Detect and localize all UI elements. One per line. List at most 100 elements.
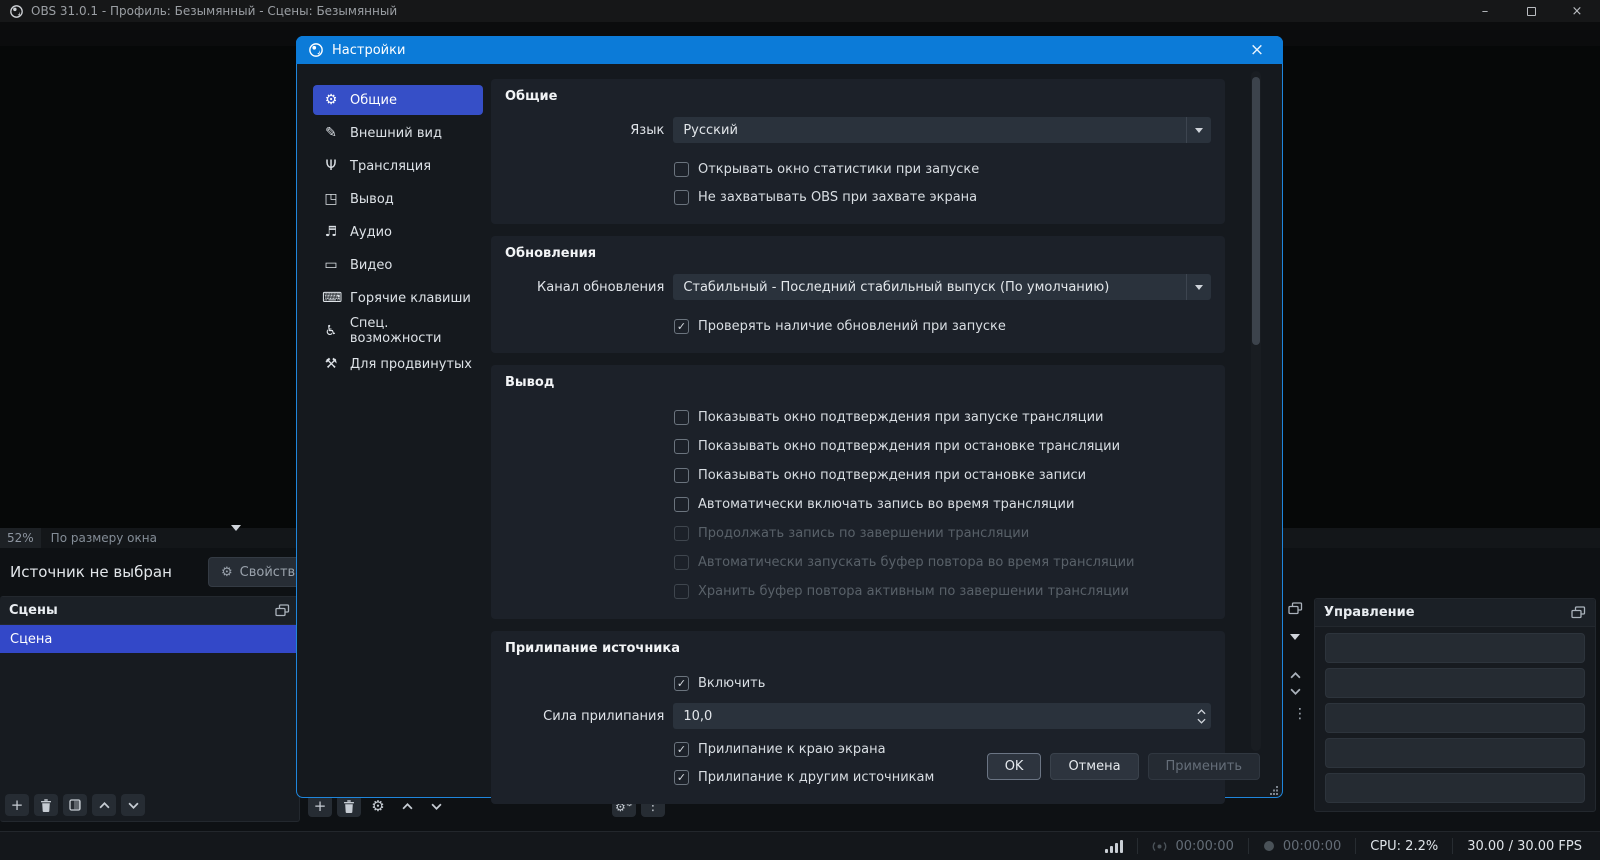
checkbox-icon[interactable] (674, 584, 689, 599)
popout-icon[interactable] (1288, 602, 1303, 615)
checkbox-icon[interactable] (674, 676, 689, 691)
kebab-menu-icon[interactable]: ⋮ (1293, 706, 1307, 722)
menu-item[interactable] (150, 22, 180, 46)
menu-item[interactable] (0, 22, 30, 46)
nav-label: Для продвинутых (350, 357, 472, 372)
scene-filters-button[interactable] (63, 794, 87, 816)
scenes-dock-header[interactable]: Сцены (0, 597, 299, 625)
menu-item[interactable] (90, 22, 120, 46)
settings-nav-item[interactable]: ✎ Внешний вид (313, 118, 483, 148)
maximize-button[interactable] (1508, 0, 1554, 22)
checkbox-row[interactable]: Автоматически запускать буфер повтора во… (674, 548, 1211, 577)
dialog-scrollbar[interactable] (1251, 71, 1261, 751)
ok-button[interactable]: OK (987, 753, 1042, 780)
checkbox-row[interactable]: Автоматически включать запись во время т… (674, 490, 1211, 519)
update-channel-select[interactable]: Стабильный - Последний стабильный выпуск… (673, 274, 1211, 300)
checkbox-row[interactable]: Хранить буфер повтора активным по заверш… (674, 577, 1211, 606)
chevron-up-icon[interactable] (1290, 672, 1301, 679)
scene-up-button[interactable] (92, 794, 116, 816)
checkbox-icon[interactable] (674, 162, 689, 177)
checkbox-row[interactable]: Включить (674, 669, 1211, 697)
section-output: Вывод Показывать окно подтверждения при … (491, 365, 1225, 619)
chevron-up-icon (99, 802, 110, 809)
dialog-titlebar[interactable]: Настройки × (296, 36, 1283, 64)
checkbox-row[interactable]: Открывать окно статистики при запуске (674, 155, 1211, 183)
section-title: Общие (505, 89, 1211, 104)
spinner-down-icon[interactable] (1197, 718, 1206, 724)
popout-icon[interactable] (275, 604, 290, 617)
hotkeys-icon: ⌨ (322, 290, 340, 306)
source-up-button[interactable] (395, 795, 419, 817)
checkbox-row[interactable]: Не захватывать OBS при захвате экрана (674, 183, 1211, 211)
apply-button[interactable]: Применить (1148, 753, 1260, 780)
dialog-close-button[interactable]: × (1243, 36, 1271, 64)
checkbox-icon[interactable] (674, 410, 689, 425)
settings-nav-item[interactable]: ♬ Аудио (313, 217, 483, 247)
scene-list-item[interactable]: Сцена (0, 625, 299, 653)
dialog-footer: OK Отмена Применить (987, 753, 1260, 780)
settings-nav-item[interactable]: ⚒ Для продвинутых (313, 349, 483, 379)
menu-item[interactable] (60, 22, 90, 46)
control-button[interactable] (1325, 668, 1585, 698)
settings-nav-item[interactable]: Ψ Трансляция (313, 151, 483, 181)
scrollbar-thumb[interactable] (1252, 77, 1260, 345)
remove-scene-button[interactable] (34, 794, 58, 816)
checkbox-row[interactable]: Продолжать запись по завершении трансляц… (674, 519, 1211, 548)
zoom-mode-select[interactable]: По размеру окна (51, 531, 157, 545)
chevron-down-icon[interactable] (1290, 688, 1301, 695)
control-button[interactable] (1325, 773, 1585, 803)
close-button[interactable]: × (1554, 0, 1600, 22)
source-down-button[interactable] (424, 795, 448, 817)
minimize-button[interactable]: – (1462, 0, 1508, 22)
source-properties-button[interactable]: ⚙ (366, 795, 390, 817)
checkbox-icon[interactable] (674, 468, 689, 483)
checkbox-icon[interactable] (674, 770, 689, 785)
checkbox-icon[interactable] (674, 497, 689, 512)
menu-item[interactable] (30, 22, 60, 46)
audio-icon: ♬ (322, 224, 340, 240)
checkbox-icon[interactable] (674, 190, 689, 205)
scene-down-button[interactable] (121, 794, 145, 816)
menu-item[interactable] (180, 22, 210, 46)
control-button[interactable] (1325, 633, 1585, 663)
chevron-down-icon[interactable] (1290, 640, 1300, 655)
remove-source-button[interactable] (337, 795, 361, 817)
checkbox-label: Хранить буфер повтора активным по заверш… (698, 584, 1129, 599)
checkbox-row[interactable]: Показывать окно подтверждения при запуск… (674, 403, 1211, 432)
checkbox-icon[interactable] (674, 319, 689, 334)
scenes-toolbar: + (0, 789, 299, 821)
settings-dialog: Настройки × ⚙ Общие ✎ Внешний вид Ψ Тран… (296, 36, 1283, 798)
menu-item[interactable] (120, 22, 150, 46)
resize-grip-icon[interactable] (1269, 785, 1279, 795)
settings-nav-item[interactable]: ▭ Видео (313, 250, 483, 280)
settings-nav-item[interactable]: ⚙ Общие (313, 85, 483, 115)
checkbox-row[interactable]: Показывать окно подтверждения при остано… (674, 461, 1211, 490)
checkbox-row[interactable]: Проверять наличие обновлений при запуске (674, 312, 1211, 340)
language-select[interactable]: Русский (673, 117, 1211, 143)
checkbox-icon[interactable] (674, 439, 689, 454)
control-button[interactable] (1325, 738, 1585, 768)
settings-nav-item[interactable]: ⌨ Горячие клавиши (313, 283, 483, 313)
popout-icon[interactable] (1571, 606, 1586, 619)
chevron-up-icon (402, 803, 413, 810)
snap-strength-input[interactable]: 10,0 (673, 703, 1211, 729)
controls-dock: Управление (1314, 598, 1596, 812)
checkbox-icon[interactable] (674, 526, 689, 541)
chevron-down-icon[interactable] (231, 531, 241, 545)
checkbox-row[interactable]: Показывать окно подтверждения при остано… (674, 432, 1211, 461)
settings-nav-item[interactable]: ♿ Спец. возможности (313, 316, 483, 346)
settings-nav-item[interactable]: ◳ Вывод (313, 184, 483, 214)
add-scene-button[interactable]: + (5, 794, 29, 816)
control-button[interactable] (1325, 703, 1585, 733)
scene-label: Сцена (10, 632, 52, 647)
nav-label: Аудио (350, 225, 392, 240)
controls-dock-header[interactable]: Управление (1315, 599, 1595, 627)
add-source-button[interactable]: + (308, 795, 332, 817)
menu-item[interactable] (210, 22, 240, 46)
spinner-up-icon[interactable] (1197, 709, 1206, 715)
cancel-button[interactable]: Отмена (1050, 753, 1138, 780)
checkbox-icon[interactable] (674, 742, 689, 757)
signal-bars-icon (1105, 839, 1123, 853)
checkbox-icon[interactable] (674, 555, 689, 570)
dialog-title: Настройки (332, 43, 405, 58)
